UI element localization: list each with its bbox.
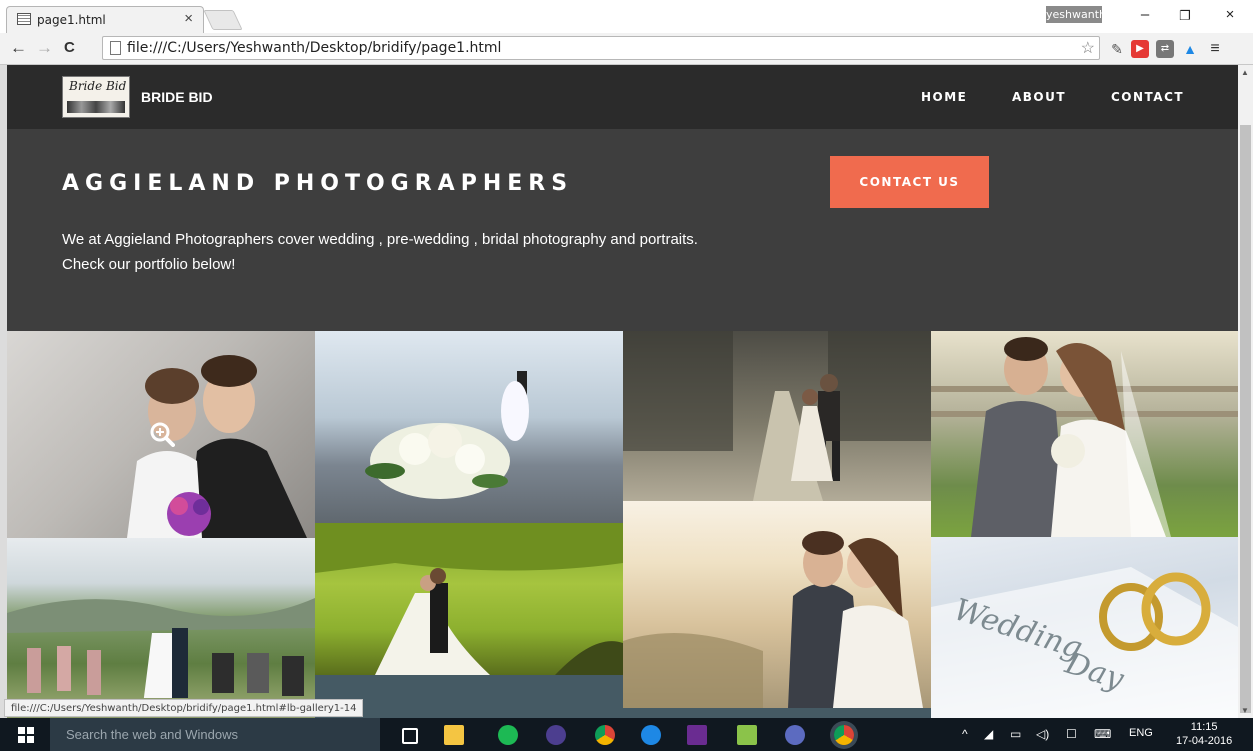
rainbow-extension-icon[interactable]: ▲ <box>1181 40 1199 58</box>
contact-us-button[interactable]: CONTACT US <box>830 156 989 208</box>
page-scrollbar[interactable]: ▲ ▼ <box>1238 65 1253 718</box>
chrome-active-icon[interactable] <box>834 725 854 745</box>
page-viewport: Bride Bid BRIDE BID HOME ABOUT CONTACT A… <box>7 65 1238 718</box>
profile-name-badge[interactable]: yeshwanth <box>1046 6 1106 23</box>
sync-extension-icon[interactable]: ⇄ <box>1156 40 1174 58</box>
windows-taskbar: Search the web and Windows ^ ◢ ▭ ◁) ☐ ⌨ … <box>0 718 1253 751</box>
gallery-photo-5[interactable] <box>7 538 315 718</box>
gallery-photo-3[interactable] <box>623 331 931 501</box>
taskbar-search-box[interactable]: Search the web and Windows <box>50 718 380 751</box>
bouquet-image <box>365 371 529 499</box>
browser-tab[interactable]: page1.html × <box>6 6 204 33</box>
spotify-icon[interactable] <box>498 725 518 745</box>
taskbar-search-placeholder: Search the web and Windows <box>66 727 238 742</box>
language-indicator[interactable]: ENG <box>1129 727 1153 739</box>
scroll-up-icon[interactable]: ▲ <box>1241 68 1249 77</box>
back-icon[interactable]: ← <box>10 38 27 58</box>
nav-home-link[interactable]: HOME <box>921 90 967 104</box>
site-logo[interactable]: Bride Bid <box>62 76 130 118</box>
couple-walking-image <box>623 331 931 501</box>
gallery-photo-2[interactable] <box>315 331 623 523</box>
internet-explorer-icon[interactable] <box>641 725 661 745</box>
menu-icon[interactable]: ≡ <box>1206 40 1224 58</box>
bookmark-star-icon[interactable]: ☆ <box>1081 38 1095 58</box>
address-bar[interactable]: file:///C:/Users/Yeshwanth/Desktop/bridi… <box>102 36 1100 60</box>
logo-text: Bride Bid <box>69 79 127 93</box>
tab-title: page1.html <box>37 13 106 27</box>
tray-chevron-icon[interactable]: ^ <box>962 727 968 741</box>
couple-field-image <box>315 523 623 675</box>
status-url-preview: file:///C:/Users/Yeshwanth/Desktop/bridi… <box>4 699 364 717</box>
paint-icon[interactable] <box>785 725 805 745</box>
window-close-icon[interactable]: × <box>1215 6 1245 23</box>
wedding-rings-image: Wedding Day <box>931 567 1238 718</box>
reload-icon[interactable]: C <box>64 39 75 56</box>
eclipse-icon[interactable] <box>546 725 566 745</box>
page-icon <box>110 41 121 55</box>
hero-description-line-2: Check our portfolio below! <box>62 256 236 273</box>
gallery-photo-7[interactable] <box>623 501 931 708</box>
chart-app-icon[interactable] <box>737 725 757 745</box>
wifi-icon[interactable]: ◢ <box>984 727 993 741</box>
nav-about-link[interactable]: ABOUT <box>1012 90 1066 104</box>
forward-icon[interactable]: → <box>36 38 53 58</box>
windows-start-icon[interactable] <box>18 727 34 743</box>
clock-date: 17-04-2016 <box>1176 735 1233 747</box>
gallery-photo-6[interactable] <box>315 523 623 675</box>
couple-kissing-image <box>931 337 1238 537</box>
hero-description-line-1: We at Aggieland Photographers cover wedd… <box>62 231 698 248</box>
wedding-ceremony-image <box>7 598 315 718</box>
tab-close-icon[interactable]: × <box>184 10 193 27</box>
media-extension-icon[interactable]: ▶ <box>1131 40 1149 58</box>
brand-name[interactable]: BRIDE BID <box>141 89 213 105</box>
address-url[interactable]: file:///C:/Users/Yeshwanth/Desktop/bridi… <box>127 40 501 56</box>
volume-icon[interactable]: ◁) <box>1036 727 1049 741</box>
notifications-icon[interactable]: ☐ <box>1066 727 1077 741</box>
gallery-photo-1[interactable] <box>7 331 315 538</box>
minimize-icon[interactable]: – <box>1130 6 1160 23</box>
task-view-icon[interactable] <box>402 728 418 744</box>
battery-icon[interactable]: ▭ <box>1010 727 1021 741</box>
nav-contact-link[interactable]: CONTACT <box>1111 90 1184 104</box>
site-navbar: Bride Bid BRIDE BID HOME ABOUT CONTACT <box>7 65 1238 129</box>
zoom-in-icon[interactable] <box>149 421 175 447</box>
file-explorer-icon[interactable] <box>444 725 464 745</box>
taskbar-clock[interactable]: 11:15 17-04-2016 <box>1176 720 1232 748</box>
browser-tab-strip: page1.html × yeshwanth – ❐ × <box>0 0 1253 33</box>
gallery-photo-4[interactable] <box>931 331 1238 537</box>
scroll-down-icon[interactable]: ▼ <box>1241 706 1249 715</box>
restore-icon[interactable]: ❐ <box>1170 8 1200 24</box>
logo-photo-strip <box>67 101 125 113</box>
new-tab-button[interactable] <box>203 10 243 30</box>
page-title: AGGIELAND PHOTOGRAPHERS <box>62 171 574 196</box>
couple-sunset-image <box>623 531 923 708</box>
hero-description: We at Aggieland Photographers cover wedd… <box>62 227 822 277</box>
hero-section: AGGIELAND PHOTOGRAPHERS We at Aggieland … <box>7 129 1238 331</box>
gallery-photo-8[interactable]: Wedding Day <box>931 537 1238 718</box>
scrollbar-thumb[interactable] <box>1240 125 1251 713</box>
chrome-icon[interactable] <box>595 725 615 745</box>
matlab-icon[interactable] <box>687 725 707 745</box>
keyboard-icon[interactable]: ⌨ <box>1094 727 1111 741</box>
page-favicon-icon <box>17 13 31 25</box>
clock-time: 11:15 <box>1190 721 1218 733</box>
browser-toolbar: ← → C file:///C:/Users/Yeshwanth/Desktop… <box>0 33 1253 65</box>
pen-extension-icon[interactable]: ✎ <box>1108 40 1126 58</box>
